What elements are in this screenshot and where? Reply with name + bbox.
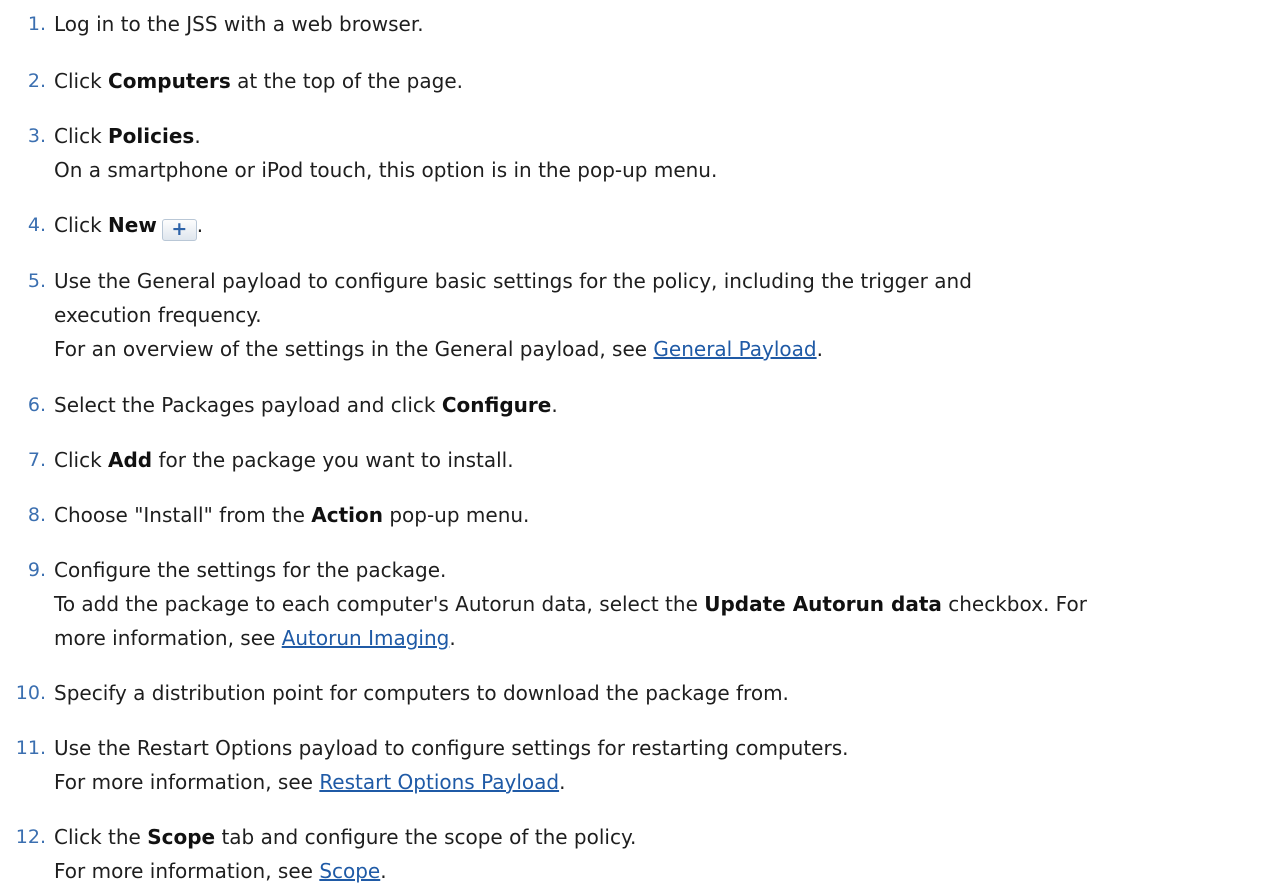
- step-text: Click Policies.: [54, 124, 201, 148]
- step-number: 11.: [15, 737, 46, 759]
- step-note: For an overview of the settings in the G…: [54, 337, 823, 361]
- ui-term-new: New: [108, 213, 157, 237]
- step-text: Click the Scope tab and configure the sc…: [54, 825, 637, 849]
- step-note: To add the package to each computer's Au…: [54, 592, 1087, 616]
- step-note-continued: more information, see Autorun Imaging.: [54, 626, 456, 650]
- step-number: 4.: [27, 214, 46, 236]
- step-text: Select the Packages payload and click Co…: [54, 393, 558, 417]
- step-text: Click New +.: [54, 213, 204, 241]
- ui-term-action: Action: [311, 503, 383, 527]
- step-number: 8.: [27, 504, 46, 526]
- step-text: Click Computers at the top of the page.: [54, 69, 463, 93]
- step-note: On a smartphone or iPod touch, this opti…: [54, 158, 718, 182]
- step-text: Use the Restart Options payload to confi…: [54, 736, 849, 760]
- ui-term-update-autorun-data: Update Autorun data: [704, 592, 942, 616]
- ui-term-scope: Scope: [147, 825, 216, 849]
- step-number: 2.: [27, 70, 46, 92]
- step-text: Use the General payload to configure bas…: [54, 269, 972, 293]
- step-number: 6.: [27, 394, 46, 416]
- step-note: For more information, see Scope.: [54, 859, 387, 883]
- step-number: 5.: [27, 270, 46, 292]
- ui-term-policies: Policies: [108, 124, 195, 148]
- step-number: 9.: [27, 559, 46, 581]
- link-restart-options-payload[interactable]: Restart Options Payload: [319, 770, 559, 794]
- step-text: Click Add for the package you want to in…: [54, 448, 514, 472]
- step-text-continued: execution frequency.: [54, 303, 262, 327]
- step-number: 12.: [15, 826, 46, 848]
- ui-term-computers: Computers: [108, 69, 231, 93]
- step-text: Choose "Install" from the Action pop-up …: [54, 503, 530, 527]
- ui-term-configure: Configure: [441, 393, 552, 417]
- link-general-payload[interactable]: General Payload: [653, 337, 816, 361]
- step-text: Specify a distribution point for compute…: [54, 681, 789, 705]
- step-number: 7.: [27, 449, 46, 471]
- step-text: Log in to the JSS with a web browser.: [54, 12, 424, 36]
- link-scope[interactable]: Scope: [319, 859, 380, 883]
- step-number: 3.: [27, 125, 46, 147]
- link-autorun-imaging[interactable]: Autorun Imaging: [282, 626, 450, 650]
- step-text: Configure the settings for the package.: [54, 558, 447, 582]
- ui-term-add: Add: [108, 448, 153, 472]
- step-number: 1.: [27, 13, 46, 35]
- step-number: 10.: [15, 682, 46, 704]
- step-note: For more information, see Restart Option…: [54, 770, 566, 794]
- new-plus-button-icon: +: [161, 219, 197, 241]
